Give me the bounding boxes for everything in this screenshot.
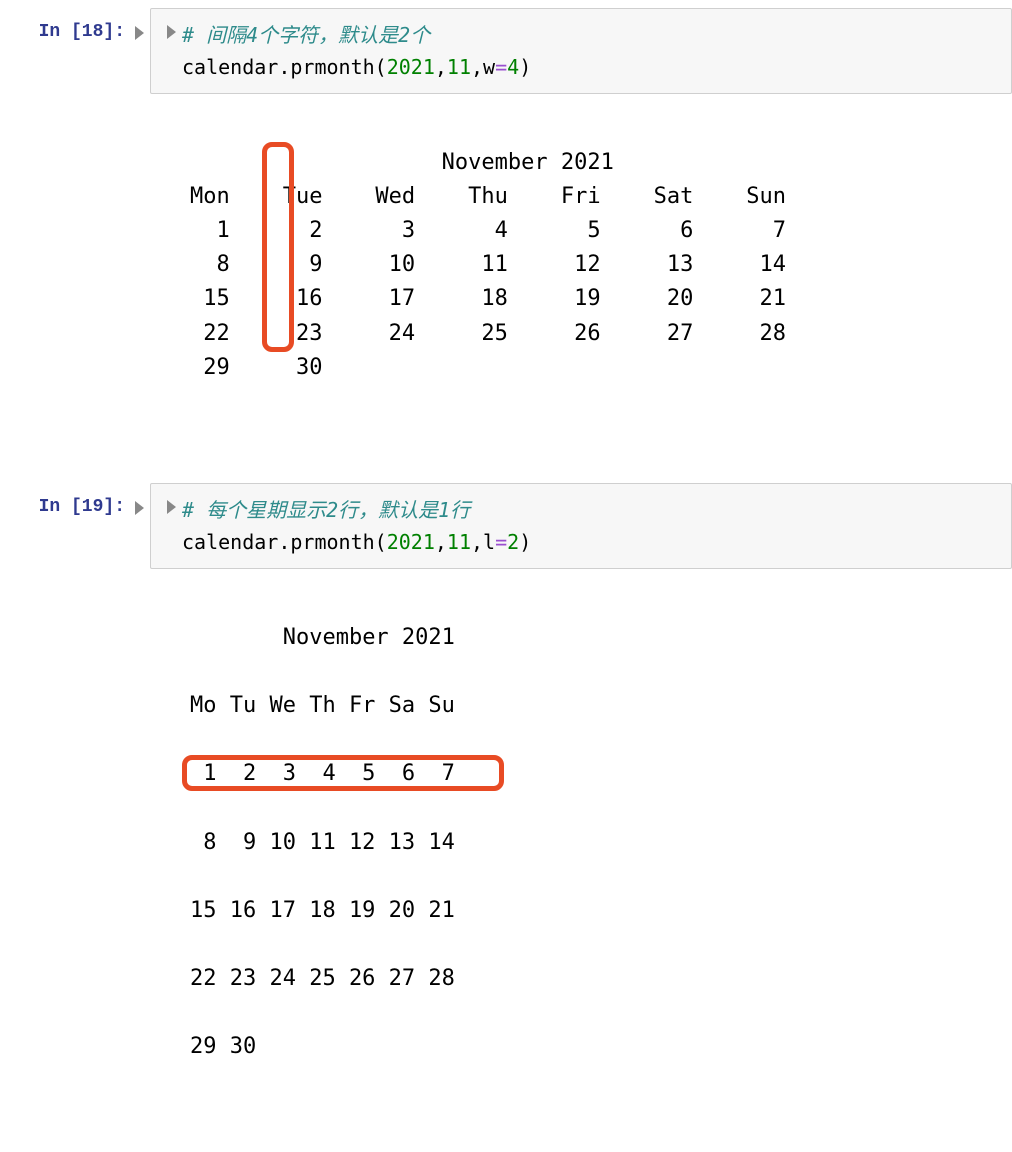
code-sep1: , [435, 55, 447, 79]
prompt-area: In [19]: [0, 483, 150, 517]
code-post: ) [519, 530, 531, 554]
notebook: In [18]: # 间隔4个字符，默认是2个 calendar.prmonth… [0, 8, 1012, 1152]
collapse-icon[interactable] [167, 500, 176, 514]
code-eq: = [495, 55, 507, 79]
output-area-18: November 2021 Mon Tue Wed Thu Fri Sat Su… [150, 112, 1012, 453]
code-input-area[interactable]: # 间隔4个字符，默认是2个 calendar.prmonth(2021,11,… [150, 8, 1012, 94]
code-arg2: 11 [447, 55, 471, 79]
prompt-area: In [18]: [0, 8, 150, 42]
output-text: November 2021 Mo Tu We Th Fr Sa Su 1 2 3… [190, 625, 455, 1059]
run-indicator-icon[interactable] [135, 26, 144, 40]
output-text: November 2021 Mon Tue Wed Thu Fri Sat Su… [190, 150, 786, 380]
output-area-19: November 2021 Mo Tu We Th Fr Sa Su 1 2 3… [150, 587, 1012, 1133]
code-comment: # 间隔4个字符，默认是2个 [182, 23, 430, 47]
prompt-label: In [18]: [39, 22, 125, 42]
code-cell-18[interactable]: In [18]: # 间隔4个字符，默认是2个 calendar.prmonth… [0, 8, 1012, 94]
code-arg1: 2021 [387, 55, 435, 79]
code-call-pre: calendar.prmonth( [182, 530, 387, 554]
code-eq: = [495, 530, 507, 554]
code-arg3: 2 [507, 530, 519, 554]
code-post: ) [519, 55, 531, 79]
code-sep1: , [435, 530, 447, 554]
code-call-pre: calendar.prmonth( [182, 55, 387, 79]
code-input-area[interactable]: # 每个星期显示2行，默认是1行 calendar.prmonth(2021,1… [150, 483, 1012, 569]
prompt-label: In [19]: [39, 497, 125, 517]
run-indicator-icon[interactable] [135, 501, 144, 515]
code-arg3: 4 [507, 55, 519, 79]
code-sep2: ,l [471, 530, 495, 554]
code-sep2: ,w [471, 55, 495, 79]
code-block[interactable]: # 间隔4个字符，默认是2个 calendar.prmonth(2021,11,… [182, 19, 531, 83]
collapse-icon[interactable] [167, 25, 176, 39]
code-cell-19[interactable]: In [19]: # 每个星期显示2行，默认是1行 calendar.prmon… [0, 483, 1012, 569]
code-block[interactable]: # 每个星期显示2行，默认是1行 calendar.prmonth(2021,1… [182, 494, 531, 558]
code-comment: # 每个星期显示2行，默认是1行 [182, 498, 470, 522]
code-arg1: 2021 [387, 530, 435, 554]
code-arg2: 11 [447, 530, 471, 554]
